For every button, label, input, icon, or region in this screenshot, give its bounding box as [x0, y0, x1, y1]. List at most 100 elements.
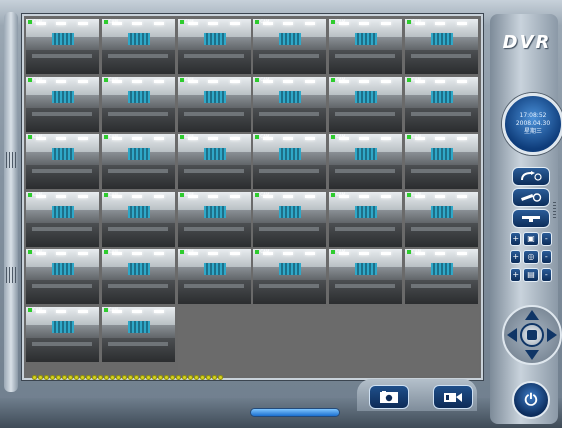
camera-label: CAM	[260, 134, 270, 139]
camera-cell[interactable]: CAM	[26, 134, 99, 189]
ceiling-light	[229, 137, 240, 140]
camera-cell[interactable]: CAM	[26, 191, 99, 247]
camera-cell[interactable]: CAM	[405, 76, 478, 132]
monitor-wall	[52, 90, 74, 103]
camera-status-icon	[407, 77, 411, 82]
camera-cell[interactable]: CAM	[253, 249, 327, 304]
camera-label: CAM	[33, 306, 42, 312]
clock-display: 17:08:52 2008.04.30 星期三	[502, 93, 562, 155]
camera-label: CAM	[184, 191, 194, 197]
camera-cell[interactable]: CAM	[253, 134, 327, 189]
zoom-in-button[interactable]: +	[510, 232, 522, 246]
channel-indicator	[110, 375, 115, 380]
monitor-wall	[355, 148, 378, 160]
channel-indicator	[134, 375, 139, 380]
camera-cell[interactable]: CAM	[26, 306, 99, 362]
camera-cell[interactable]: CAM	[253, 19, 327, 74]
rotate-button[interactable]	[512, 167, 550, 186]
focus-in-button[interactable]: +	[510, 250, 522, 264]
pan-up-button[interactable]	[525, 310, 539, 320]
camera-cell[interactable]: CAM	[101, 249, 175, 304]
settings-button[interactable]	[512, 188, 550, 207]
camera-cell[interactable]: CAM	[26, 76, 99, 132]
camera-cell[interactable]: CAM	[177, 134, 251, 189]
snapshot-button[interactable]	[369, 385, 409, 409]
camera-cell[interactable]: CAM	[26, 249, 99, 304]
camera-cell[interactable]: CAM	[177, 19, 251, 74]
camera-cell[interactable]: CAM	[177, 191, 251, 247]
ceiling-light	[229, 79, 240, 83]
video-record-button[interactable]	[433, 385, 473, 409]
camera-desk	[253, 280, 327, 304]
camera-label: CAM	[336, 76, 346, 82]
pan-right-button[interactable]	[547, 328, 557, 342]
camera-cell[interactable]: CAM	[101, 134, 175, 189]
camera-label: CAM	[412, 134, 421, 139]
camera-status-icon	[28, 192, 32, 197]
focus-out-button[interactable]: -	[540, 250, 552, 264]
camera-cell[interactable]: CAM	[177, 76, 251, 132]
camera-desk	[405, 165, 478, 189]
camera-cell[interactable]: CAM	[101, 19, 175, 74]
record-button[interactable]	[512, 209, 550, 228]
ceiling-light	[381, 252, 392, 255]
camera-cell[interactable]: CAM	[329, 19, 403, 74]
camera-cell[interactable]: CAM	[26, 19, 99, 74]
ceiling-light	[305, 252, 316, 255]
camera-cell[interactable]: CAM	[329, 249, 403, 304]
channel-indicator	[56, 375, 61, 380]
camera-label: CAM	[336, 19, 346, 24]
camera-desk	[26, 337, 99, 362]
horizontal-scrollbar[interactable]	[251, 409, 339, 416]
camera-cell[interactable]: CAM	[405, 249, 478, 304]
camera-cell[interactable]: CAM	[405, 19, 478, 74]
ceiling-light	[153, 309, 164, 313]
ceiling-light	[305, 137, 316, 140]
rail-grip-bottom[interactable]	[6, 267, 16, 283]
camera-desk	[253, 107, 327, 132]
channel-indicator	[38, 375, 43, 380]
camera-cell[interactable]: CAM	[405, 134, 478, 189]
monitor-wall	[355, 205, 378, 218]
camera-cell[interactable]: CAM	[329, 191, 403, 247]
camera-cell[interactable]: CAM	[101, 306, 175, 362]
camera-desk	[329, 280, 403, 304]
camera-label: CAM	[184, 249, 194, 254]
camera-label: CAM	[412, 19, 421, 24]
monitor-wall	[52, 263, 74, 275]
camera-cell[interactable]: CAM	[101, 191, 175, 247]
dvr-logo: DVR	[502, 32, 552, 53]
ceiling-light	[153, 194, 164, 198]
ceiling-light	[207, 137, 218, 140]
power-button[interactable]: ⏻	[512, 381, 550, 419]
camera-cell[interactable]: CAM	[177, 249, 251, 304]
channel-indicator	[32, 375, 37, 380]
monitor-wall	[431, 263, 453, 275]
ceiling-light	[359, 137, 370, 140]
camera-cell[interactable]: CAM	[101, 76, 175, 132]
camera-desk	[101, 280, 175, 304]
rotate-right-icon	[521, 171, 542, 181]
ptz-center-button[interactable]	[520, 323, 544, 347]
camera-desk	[101, 107, 175, 132]
ceiling-light	[153, 252, 164, 255]
camera-label: CAM	[260, 191, 270, 197]
monitor-wall	[279, 148, 302, 160]
pan-left-button[interactable]	[507, 328, 517, 342]
camera-cell[interactable]: CAM	[329, 134, 403, 189]
iris-close-button[interactable]: -	[540, 268, 552, 282]
camera-cell[interactable]: CAM	[405, 191, 478, 247]
iris-open-button[interactable]: +	[510, 268, 522, 282]
camera-cell[interactable]: CAM	[253, 191, 327, 247]
camera-desk	[101, 165, 175, 189]
channel-indicator	[92, 375, 97, 380]
camera-cell[interactable]: CAM	[329, 76, 403, 132]
camera-desk	[101, 50, 175, 74]
ptz-direction-pad	[502, 305, 562, 365]
camera-cell[interactable]: CAM	[253, 76, 327, 132]
pan-down-button[interactable]	[525, 350, 539, 360]
rail-grip-top[interactable]	[6, 152, 16, 168]
zoom-out-button[interactable]: -	[540, 232, 552, 246]
ceiling-light	[359, 194, 370, 198]
camera-label: CAM	[260, 249, 270, 254]
